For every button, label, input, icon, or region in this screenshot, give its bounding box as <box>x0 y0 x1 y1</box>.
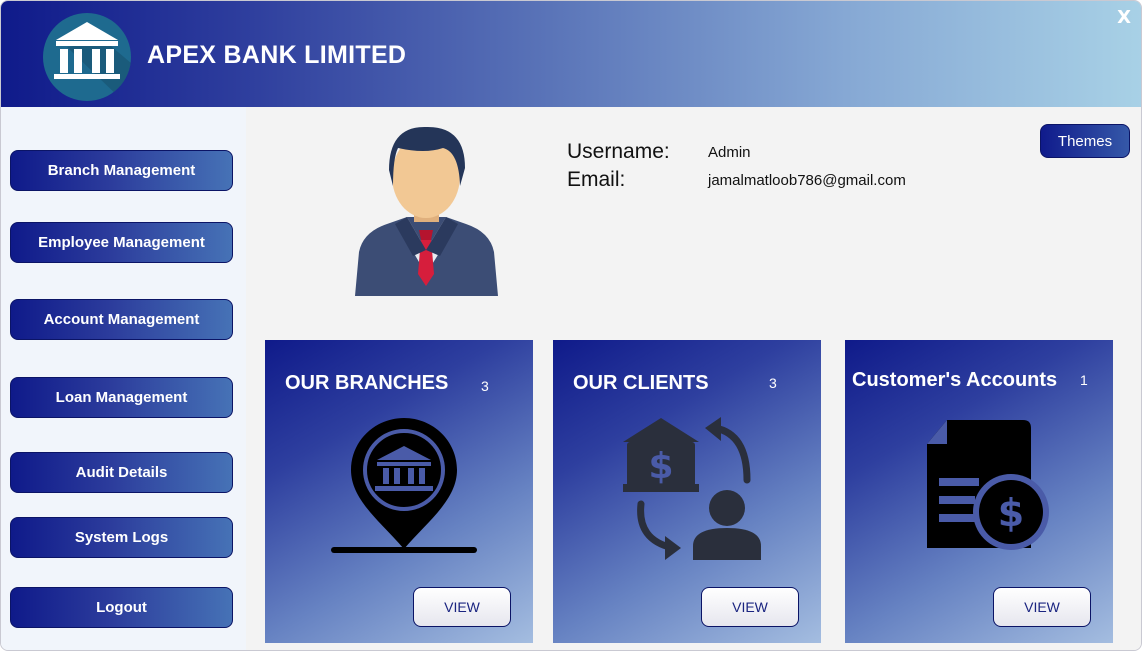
branch-location-icon <box>331 414 477 561</box>
close-button[interactable]: X <box>1117 7 1131 28</box>
branches-count: 3 <box>481 378 489 394</box>
branch-management-button[interactable]: Branch Management <box>10 150 233 191</box>
clients-view-button[interactable]: VIEW <box>701 587 799 627</box>
sidebar: Branch Management Employee Management Ac… <box>1 107 246 650</box>
bank-logo-icon <box>43 13 131 101</box>
system-logs-button[interactable]: System Logs <box>10 517 233 558</box>
logout-button[interactable]: Logout <box>10 587 233 628</box>
email-label: Email: <box>567 168 626 191</box>
clients-count: 3 <box>769 375 777 391</box>
loan-management-button[interactable]: Loan Management <box>10 377 233 418</box>
audit-details-button[interactable]: Audit Details <box>10 452 233 493</box>
svg-text:$: $ <box>998 491 1024 535</box>
header-bar: APEX BANK LIMITED X <box>1 1 1141 107</box>
clients-card-title: OUR CLIENTS <box>573 372 709 394</box>
themes-button[interactable]: Themes <box>1040 124 1130 158</box>
branches-view-button[interactable]: VIEW <box>413 587 511 627</box>
branches-card: OUR BRANCHES 3 VIEW <box>265 340 533 643</box>
account-management-button[interactable]: Account Management <box>10 299 233 340</box>
accounts-view-button[interactable]: VIEW <box>993 587 1091 627</box>
email-value: jamalmatloob786@gmail.com <box>708 172 906 189</box>
employee-management-button[interactable]: Employee Management <box>10 222 233 263</box>
username-value: Admin <box>708 144 751 161</box>
accounts-card: Customer's Accounts 1 $ VIEW <box>845 340 1113 643</box>
branches-card-title: OUR BRANCHES <box>285 372 449 394</box>
user-avatar <box>355 124 498 301</box>
account-document-icon: $ <box>919 420 1051 557</box>
clients-card: OUR CLIENTS 3 $ VIEW <box>553 340 821 643</box>
svg-text:$: $ <box>648 446 673 487</box>
app-window: APEX BANK LIMITED X Branch Management Em… <box>0 0 1142 651</box>
accounts-count: 1 <box>1080 372 1088 388</box>
main-panel: Username: Email: Admin jamalmatloob786@g… <box>246 107 1141 650</box>
accounts-card-title: Customer's Accounts <box>852 369 1058 391</box>
client-exchange-icon: $ <box>619 416 765 565</box>
username-label: Username: <box>567 140 670 163</box>
app-title: APEX BANK LIMITED <box>147 41 407 69</box>
